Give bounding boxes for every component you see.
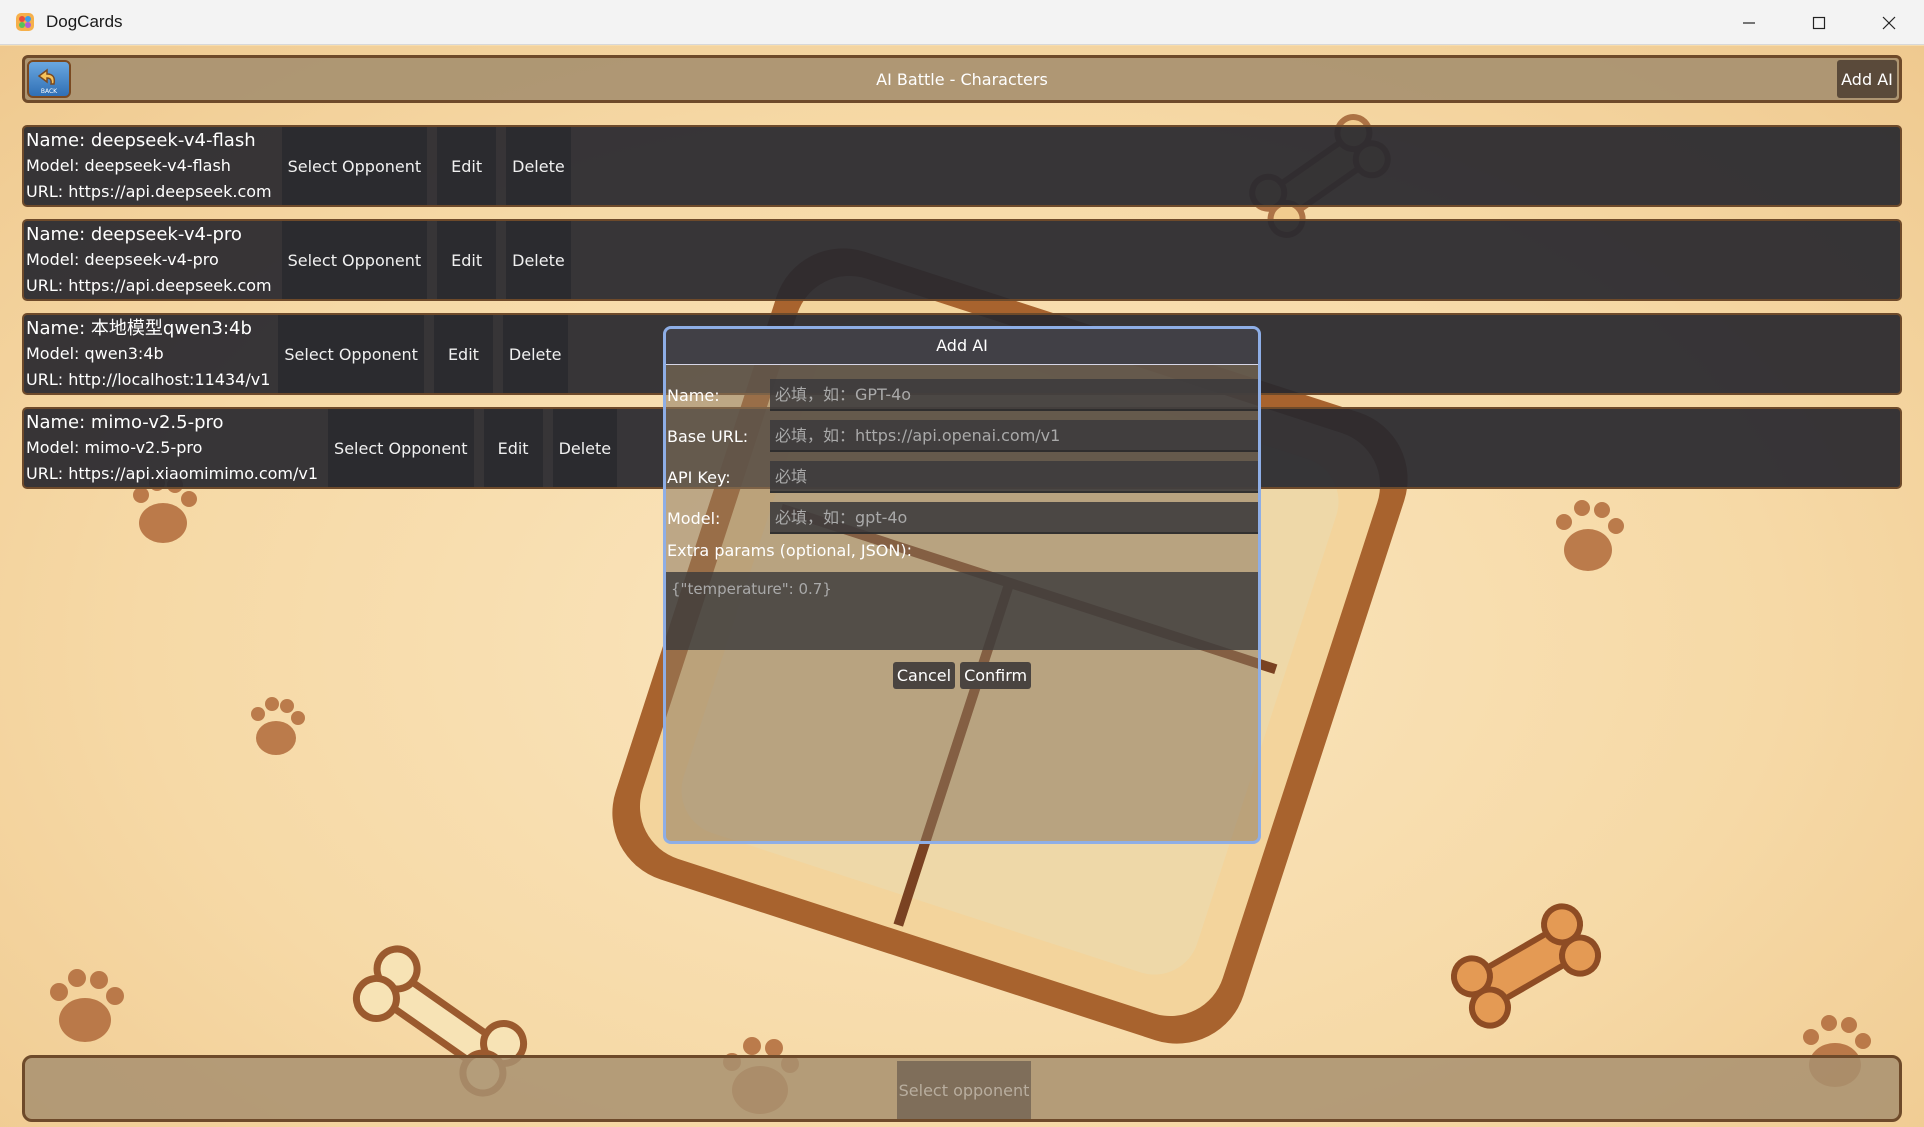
model-input[interactable] bbox=[770, 502, 1258, 534]
edit-button[interactable]: Edit bbox=[437, 127, 497, 205]
model-field-row: Model: bbox=[666, 502, 1258, 534]
delete-button[interactable]: Delete bbox=[506, 127, 571, 205]
api-key-field-row: API Key: bbox=[666, 461, 1258, 493]
ai-url: URL: https://api.deepseek.com bbox=[26, 276, 272, 295]
window-titlebar: DogCards bbox=[0, 0, 1924, 45]
add-ai-button[interactable]: Add AI bbox=[1837, 60, 1897, 98]
close-icon bbox=[1882, 16, 1896, 29]
name-label: Name: bbox=[667, 385, 720, 405]
app-logo-icon bbox=[16, 13, 34, 31]
base-url-field-row: Base URL: bbox=[666, 420, 1258, 452]
minimize-button[interactable] bbox=[1714, 0, 1784, 45]
ai-model: Model: deepseek-v4-pro bbox=[26, 250, 219, 269]
select-opponent-main-button[interactable]: Select opponent bbox=[897, 1061, 1031, 1119]
maximize-button[interactable] bbox=[1784, 0, 1854, 45]
ai-list-item: Name: deepseek-v4-pro Model: deepseek-v4… bbox=[22, 219, 1902, 301]
base-url-input[interactable] bbox=[770, 420, 1258, 452]
api-key-label: API Key: bbox=[667, 467, 731, 487]
cancel-button[interactable]: Cancel bbox=[892, 662, 956, 689]
ai-model: Model: deepseek-v4-flash bbox=[26, 156, 231, 175]
ai-name: Name: 本地模型qwen3:4b bbox=[26, 318, 252, 339]
page-title: AI Battle - Characters bbox=[876, 70, 1048, 89]
ai-model: Model: mimo-v2.5-pro bbox=[26, 438, 203, 457]
close-button[interactable] bbox=[1854, 0, 1924, 45]
ai-url: URL: http://localhost:11434/v1 bbox=[26, 370, 271, 389]
model-label: Model: bbox=[667, 508, 721, 528]
extra-params-textarea[interactable] bbox=[666, 572, 1258, 650]
ai-name: Name: deepseek-v4-flash bbox=[26, 130, 256, 151]
ai-model: Model: qwen3:4b bbox=[26, 344, 164, 363]
select-opponent-button[interactable]: Select Opponent bbox=[328, 409, 474, 487]
bottom-bar: Select opponent bbox=[22, 1055, 1902, 1122]
ai-name: Name: mimo-v2.5-pro bbox=[26, 412, 224, 433]
ai-name: Name: deepseek-v4-pro bbox=[26, 224, 242, 245]
window-title: DogCards bbox=[46, 12, 123, 31]
delete-button[interactable]: Delete bbox=[552, 409, 618, 487]
add-ai-dialog: Add AI Name: Base URL: API Key: Model: E… bbox=[663, 326, 1261, 844]
maximize-icon bbox=[1812, 16, 1826, 29]
edit-button[interactable]: Edit bbox=[437, 221, 497, 299]
bone-illustration bbox=[1450, 903, 1602, 1029]
confirm-button[interactable]: Confirm bbox=[960, 662, 1032, 689]
name-input[interactable] bbox=[770, 379, 1258, 411]
delete-button[interactable]: Delete bbox=[502, 315, 568, 393]
select-opponent-button[interactable]: Select Opponent bbox=[281, 221, 428, 299]
ai-url: URL: https://api.deepseek.com bbox=[26, 182, 272, 201]
delete-button[interactable]: Delete bbox=[506, 221, 571, 299]
select-opponent-button[interactable]: Select Opponent bbox=[278, 315, 424, 393]
dialog-title: Add AI bbox=[666, 329, 1258, 365]
ai-list-item: Name: deepseek-v4-flash Model: deepseek-… bbox=[22, 125, 1902, 207]
extra-params-label: Extra params (optional, JSON): bbox=[667, 541, 912, 560]
name-field-row: Name: bbox=[666, 379, 1258, 411]
edit-button[interactable]: Edit bbox=[433, 315, 493, 393]
api-key-input[interactable] bbox=[770, 461, 1258, 493]
ai-url: URL: https://api.xiaomimimo.com/v1 bbox=[26, 464, 319, 483]
base-url-label: Base URL: bbox=[667, 426, 749, 446]
minimize-icon bbox=[1743, 21, 1755, 24]
top-bar: BACK AI Battle - Characters Add AI bbox=[22, 55, 1902, 103]
select-opponent-button[interactable]: Select Opponent bbox=[281, 127, 428, 205]
edit-button[interactable]: Edit bbox=[483, 409, 543, 487]
